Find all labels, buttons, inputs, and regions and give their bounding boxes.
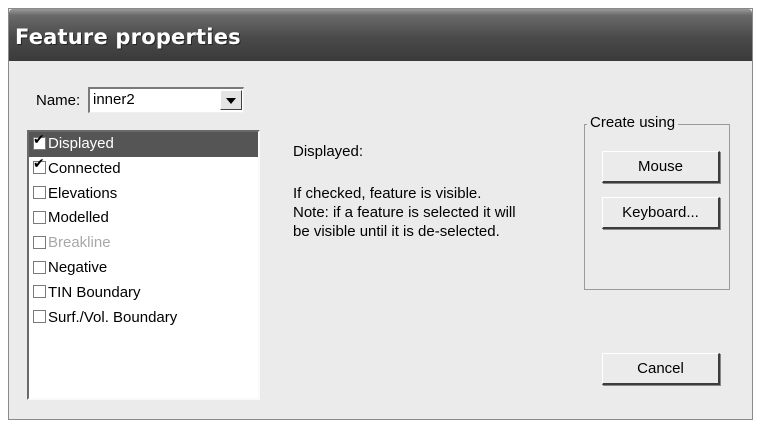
mouse-button[interactable]: Mouse xyxy=(602,151,720,183)
feature-label: TIN Boundary xyxy=(48,283,141,301)
feature-item[interactable]: Modelled xyxy=(29,206,258,231)
checkbox[interactable]: ✔ xyxy=(33,133,46,150)
feature-label: Negative xyxy=(48,258,108,276)
description-line-1: If checked, feature is visible. xyxy=(293,185,482,202)
dialog-title: Feature properties xyxy=(15,25,241,49)
feature-list[interactable]: ✔ Displayed ✔ Connected Elevations Modelled Br… xyxy=(27,130,260,400)
checkbox[interactable] xyxy=(33,260,46,274)
cancel-button[interactable]: Cancel xyxy=(602,353,720,385)
feature-item[interactable]: TIN Boundary xyxy=(29,281,258,306)
dropdown-arrow-button[interactable] xyxy=(220,90,242,110)
feature-item[interactable]: Negative xyxy=(29,256,258,281)
feature-item[interactable]: ✔ Connected xyxy=(29,157,258,182)
name-label: Name: xyxy=(36,92,81,109)
feature-item[interactable]: Breakline xyxy=(29,231,258,256)
checkmark-icon: ✔ xyxy=(33,156,45,173)
feature-item[interactable]: ✔ Displayed xyxy=(29,132,258,157)
checkbox[interactable]: ✔ xyxy=(33,157,46,175)
feature-label: Displayed xyxy=(48,135,114,152)
name-dropdown[interactable]: inner2 xyxy=(88,87,244,113)
description-line-2: Note: if a feature is selected it will xyxy=(293,204,516,221)
checkbox[interactable] xyxy=(33,210,46,224)
feature-label: Elevations xyxy=(48,184,118,202)
description-heading: Displayed: xyxy=(293,143,364,160)
checkbox[interactable] xyxy=(33,310,46,324)
keyboard-button[interactable]: Keyboard... xyxy=(602,197,720,229)
feature-label: Connected xyxy=(48,159,121,177)
title-bar[interactable]: Feature properties xyxy=(9,9,752,61)
feature-item[interactable]: Surf./Vol. Boundary xyxy=(29,306,258,331)
name-value: inner2 xyxy=(93,91,135,108)
create-using-legend: Create using xyxy=(587,114,679,131)
feature-items: ✔ Displayed ✔ Connected Elevations Modelled Br… xyxy=(29,132,258,330)
description-line-3: be visible until it is de-selected. xyxy=(293,223,500,240)
feature-label: Breakline xyxy=(48,234,111,252)
chevron-down-icon xyxy=(226,98,236,104)
checkbox[interactable] xyxy=(33,235,46,249)
checkmark-icon: ✔ xyxy=(33,131,45,148)
checkbox[interactable] xyxy=(33,285,46,299)
feature-label: Surf./Vol. Boundary xyxy=(48,308,178,326)
feature-item[interactable]: Elevations xyxy=(29,182,258,207)
checkbox[interactable] xyxy=(33,186,46,200)
feature-label: Modelled xyxy=(48,209,109,227)
